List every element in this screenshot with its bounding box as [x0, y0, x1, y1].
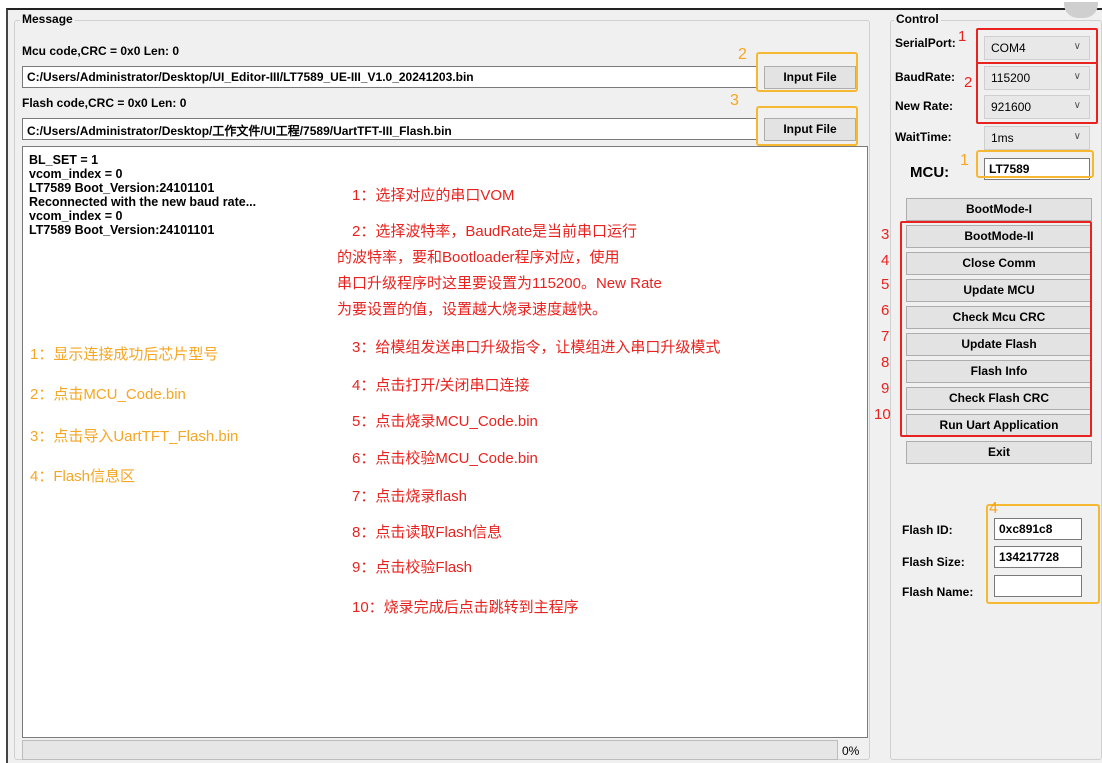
log-line: vcom_index = 0	[29, 167, 123, 181]
exit-button[interactable]: Exit	[906, 441, 1092, 464]
red-note: 2：选择波特率，BaudRate是当前串口运行	[352, 223, 638, 240]
mcu-path-field[interactable]: C:/Users/Administrator/Desktop/UI_Editor…	[22, 66, 758, 88]
marker-btn10: 10	[874, 406, 891, 423]
mcu-label: MCU:	[910, 164, 950, 181]
yellow-note: 1：显示连接成功后芯片型号	[30, 346, 219, 363]
red-note: 为要设置的值，设置越大烧录速度越快。	[337, 301, 608, 318]
marker-btn3: 3	[881, 226, 890, 243]
input-file-2-highlight	[756, 106, 858, 146]
marker-btn4: 4	[881, 252, 890, 269]
flash-path-field[interactable]: C:/Users/Administrator/Desktop/工作文件/UI工程…	[22, 118, 758, 140]
flash-code-label: Flash code,CRC = 0x0 Len: 0	[22, 96, 187, 110]
red-note: 3：给模组发送串口升级指令，让模组进入串口升级模式	[352, 339, 721, 356]
red-note: 1：选择对应的串口VOM	[352, 187, 515, 204]
serial-port-label: SerialPort:	[895, 36, 956, 50]
new-rate-label: New Rate:	[895, 99, 954, 113]
red-note: 7：点击烧录flash	[352, 488, 468, 505]
red-note: 5：点击烧录MCU_Code.bin	[352, 413, 538, 430]
baud-rate-highlight	[976, 62, 1098, 124]
yellow-note: 2：点击MCU_Code.bin	[30, 386, 186, 403]
marker-btn8: 8	[881, 354, 890, 371]
marker-input1: 2	[738, 46, 747, 63]
marker-mcu: 1	[960, 152, 969, 169]
message-group-title: Message	[20, 12, 75, 26]
red-note: 6：点击校验MCU_Code.bin	[352, 450, 538, 467]
red-note: 串口升级程序时这里要设置为115200。New Rate	[337, 275, 662, 292]
buttons-highlight	[900, 221, 1092, 437]
yellow-note: 3：点击导入UartTFT_Flash.bin	[30, 428, 239, 445]
log-line: BL_SET = 1	[29, 153, 99, 167]
red-note: 4：点击打开/关闭串口连接	[352, 377, 530, 394]
mcu-code-label: Mcu code,CRC = 0x0 Len: 0	[22, 44, 180, 58]
bootmode-i-button[interactable]: BootMode-I	[906, 198, 1092, 221]
marker-flash: 4	[989, 500, 998, 517]
wait-time-label: WaitTime:	[895, 130, 952, 144]
progress-text: 0%	[842, 744, 860, 758]
marker-baud: 2	[964, 74, 973, 91]
wait-time-value: 1ms	[991, 131, 1014, 145]
flash-info-highlight	[986, 504, 1100, 604]
window-control-icon	[1064, 2, 1098, 18]
marker-btn5: 5	[881, 276, 890, 293]
mcu-highlight	[976, 150, 1094, 178]
marker-btn7: 7	[881, 328, 890, 345]
progress-bar	[22, 740, 838, 760]
baud-rate-label: BaudRate:	[895, 70, 956, 84]
input-file-1-highlight	[756, 52, 858, 92]
control-group-title: Control	[894, 12, 941, 26]
marker-btn6: 6	[881, 302, 890, 319]
serial-port-highlight	[976, 28, 1098, 64]
red-note: 9：点击校验Flash	[352, 559, 473, 576]
flash-id-label: Flash ID:	[902, 523, 953, 537]
red-note: 8：点击读取Flash信息	[352, 524, 503, 541]
marker-btn9: 9	[881, 380, 890, 397]
wait-time-select[interactable]: 1ms ∨	[984, 126, 1090, 150]
marker-serial: 1	[958, 28, 967, 45]
red-note: 10：烧录完成后点击跳转到主程序	[352, 599, 579, 616]
marker-input2: 3	[730, 92, 739, 109]
flash-name-label: Flash Name:	[902, 585, 974, 599]
red-note: 的波特率，要和Bootloader程序对应，使用	[337, 249, 620, 266]
yellow-note: 4：Flash信息区	[30, 468, 136, 485]
flash-size-label: Flash Size:	[902, 555, 965, 569]
chevron-down-icon: ∨	[1073, 131, 1081, 142]
